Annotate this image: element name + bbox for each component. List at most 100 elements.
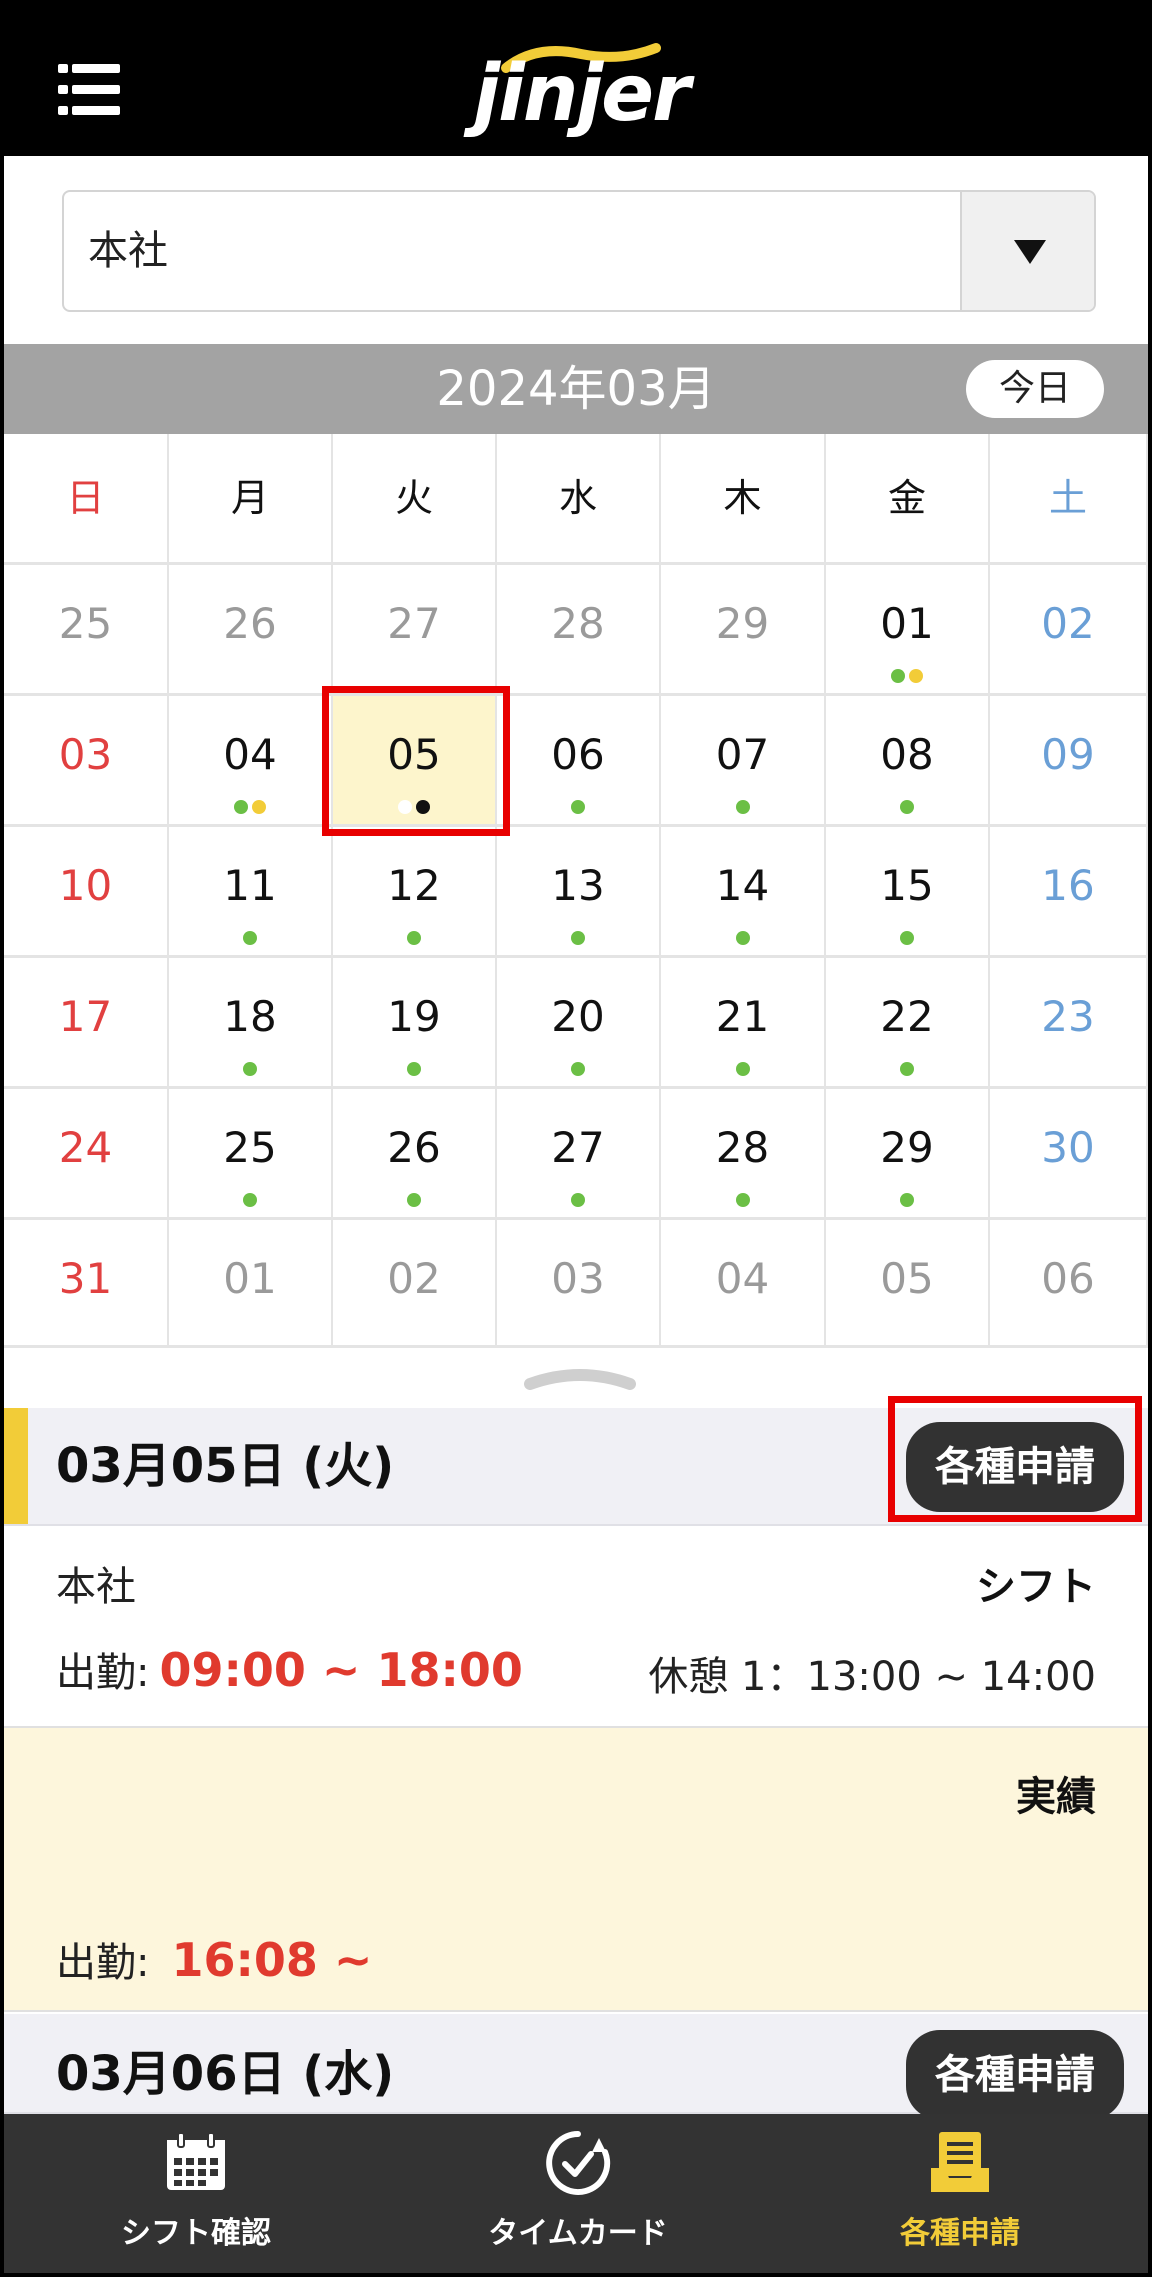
status-dot-icon bbox=[234, 800, 248, 814]
calendar-day[interactable]: 23 bbox=[990, 958, 1148, 1089]
day-status-dots bbox=[497, 931, 659, 945]
calendar-day[interactable]: 29 bbox=[826, 1089, 990, 1220]
calendar-day-number: 15 bbox=[880, 861, 934, 910]
calendar-day[interactable]: 19 bbox=[333, 958, 497, 1089]
menu-icon[interactable] bbox=[56, 64, 120, 116]
calendar-day[interactable]: 04 bbox=[661, 1220, 826, 1348]
calendar-day-number: 27 bbox=[387, 599, 441, 648]
day-status-dots bbox=[826, 1062, 988, 1076]
calendar-day-number: 10 bbox=[58, 861, 113, 910]
day-status-dots bbox=[661, 931, 824, 945]
calendar-day[interactable]: 06 bbox=[990, 1220, 1148, 1348]
nav-timecard[interactable]: タイムカード bbox=[388, 2114, 768, 2273]
calendar-day[interactable]: 16 bbox=[990, 827, 1148, 958]
calendar-day-number: 29 bbox=[715, 599, 770, 648]
calendar-day-number: 22 bbox=[880, 992, 934, 1041]
today-button[interactable]: 今日 bbox=[966, 360, 1104, 418]
status-dot-icon bbox=[407, 1062, 421, 1076]
site-select[interactable]: 本社 bbox=[62, 190, 1096, 312]
day-status-dots bbox=[497, 1062, 659, 1076]
nav-requests[interactable]: 各種申請 bbox=[770, 2114, 1148, 2273]
calendar-day-number: 29 bbox=[880, 1123, 934, 1172]
status-dot-icon bbox=[243, 931, 257, 945]
dropdown-triangle-icon bbox=[1014, 240, 1046, 264]
day-status-dots bbox=[169, 800, 331, 814]
status-dot-icon bbox=[900, 931, 914, 945]
shift-site-name: 本社 bbox=[56, 1564, 136, 1610]
calendar-day[interactable]: 25 bbox=[4, 565, 169, 696]
calendar-day[interactable]: 05 bbox=[826, 1220, 990, 1348]
calendar-day-number: 09 bbox=[1041, 730, 1095, 779]
calendar-day[interactable]: 31 bbox=[4, 1220, 169, 1348]
calendar-day[interactable]: 03 bbox=[497, 1220, 661, 1348]
status-dot-icon bbox=[571, 1193, 585, 1207]
calendar-day[interactable]: 18 bbox=[169, 958, 333, 1089]
site-select-toggle[interactable] bbox=[960, 192, 1094, 310]
calendar-day[interactable]: 06 bbox=[497, 696, 661, 827]
calendar-day[interactable]: 24 bbox=[4, 1089, 169, 1220]
status-dot-icon bbox=[909, 669, 923, 683]
weekday-header: 土 bbox=[990, 434, 1148, 565]
day-status-dots bbox=[169, 1062, 331, 1076]
weekday-header: 火 bbox=[333, 434, 497, 565]
calendar-day[interactable]: 08 bbox=[826, 696, 990, 827]
actual-work-line: 出勤: 16:08 ~ bbox=[56, 1930, 372, 1988]
nav-requests-label: 各種申請 bbox=[900, 2216, 1020, 2251]
actual-work-time: 16:08 ~ bbox=[171, 1933, 373, 1987]
selected-day-highlight bbox=[322, 686, 510, 836]
calendar-day[interactable]: 11 bbox=[169, 827, 333, 958]
next-request-button[interactable]: 各種申請 bbox=[906, 2030, 1124, 2120]
calendar-day[interactable]: 28 bbox=[497, 565, 661, 696]
weekday-label: 土 bbox=[1048, 476, 1087, 520]
calendar-day[interactable]: 27 bbox=[497, 1089, 661, 1220]
status-dot-icon bbox=[900, 1193, 914, 1207]
calendar-day-number: 25 bbox=[223, 1123, 277, 1172]
calendar-day[interactable]: 03 bbox=[4, 696, 169, 827]
calendar-day[interactable]: 01 bbox=[169, 1220, 333, 1348]
calendar-day[interactable]: 09 bbox=[990, 696, 1148, 827]
calendar-day-number: 27 bbox=[551, 1123, 605, 1172]
status-dot-icon bbox=[407, 1193, 421, 1207]
calendar-day[interactable]: 27 bbox=[333, 565, 497, 696]
calendar-day[interactable]: 21 bbox=[661, 958, 826, 1089]
calendar-day[interactable]: 10 bbox=[4, 827, 169, 958]
calendar-day[interactable]: 15 bbox=[826, 827, 990, 958]
drawer-handle-icon[interactable] bbox=[524, 1368, 636, 1390]
calendar-day[interactable]: 22 bbox=[826, 958, 990, 1089]
clock-icon bbox=[546, 2131, 611, 2195]
calendar-day-number: 04 bbox=[223, 730, 277, 779]
calendar-day[interactable]: 28 bbox=[661, 1089, 826, 1220]
calendar-day-number: 05 bbox=[880, 1254, 934, 1303]
calendar-day-number: 02 bbox=[1041, 599, 1095, 648]
nav-shift[interactable]: シフト確認 bbox=[6, 2114, 386, 2273]
calendar-day-number: 03 bbox=[551, 1254, 605, 1303]
calendar-day[interactable]: 14 bbox=[661, 827, 826, 958]
day-status-dots bbox=[497, 1193, 659, 1207]
status-dot-icon bbox=[407, 931, 421, 945]
calendar-day-number: 28 bbox=[715, 1123, 770, 1172]
calendar-day[interactable]: 01 bbox=[826, 565, 990, 696]
calendar-day[interactable]: 25 bbox=[169, 1089, 333, 1220]
weekday-label: 火 bbox=[394, 476, 433, 520]
calendar-day[interactable]: 13 bbox=[497, 827, 661, 958]
day-status-dots bbox=[169, 931, 331, 945]
calendar-day[interactable]: 29 bbox=[661, 565, 826, 696]
calendar-day[interactable]: 17 bbox=[4, 958, 169, 1089]
actual-work-label: 出勤: bbox=[56, 1940, 150, 1986]
calendar-day[interactable]: 26 bbox=[169, 565, 333, 696]
status-dot-icon bbox=[243, 1193, 257, 1207]
calendar-day[interactable]: 26 bbox=[333, 1089, 497, 1220]
calendar-day[interactable]: 02 bbox=[333, 1220, 497, 1348]
calendar-day[interactable]: 07 bbox=[661, 696, 826, 827]
day-status-dots bbox=[826, 669, 988, 683]
calendar-day-number: 08 bbox=[880, 730, 934, 779]
nav-timecard-label: タイムカード bbox=[488, 2216, 668, 2251]
calendar-day[interactable]: 30 bbox=[990, 1089, 1148, 1220]
calendar-day-number: 16 bbox=[1041, 861, 1095, 910]
calendar-day[interactable]: 12 bbox=[333, 827, 497, 958]
calendar-day[interactable]: 02 bbox=[990, 565, 1148, 696]
status-dot-icon bbox=[900, 800, 914, 814]
bottom-nav: シフト確認 タイムカード 各種申請 bbox=[4, 2114, 1148, 2273]
calendar-day[interactable]: 04 bbox=[169, 696, 333, 827]
calendar-day[interactable]: 20 bbox=[497, 958, 661, 1089]
